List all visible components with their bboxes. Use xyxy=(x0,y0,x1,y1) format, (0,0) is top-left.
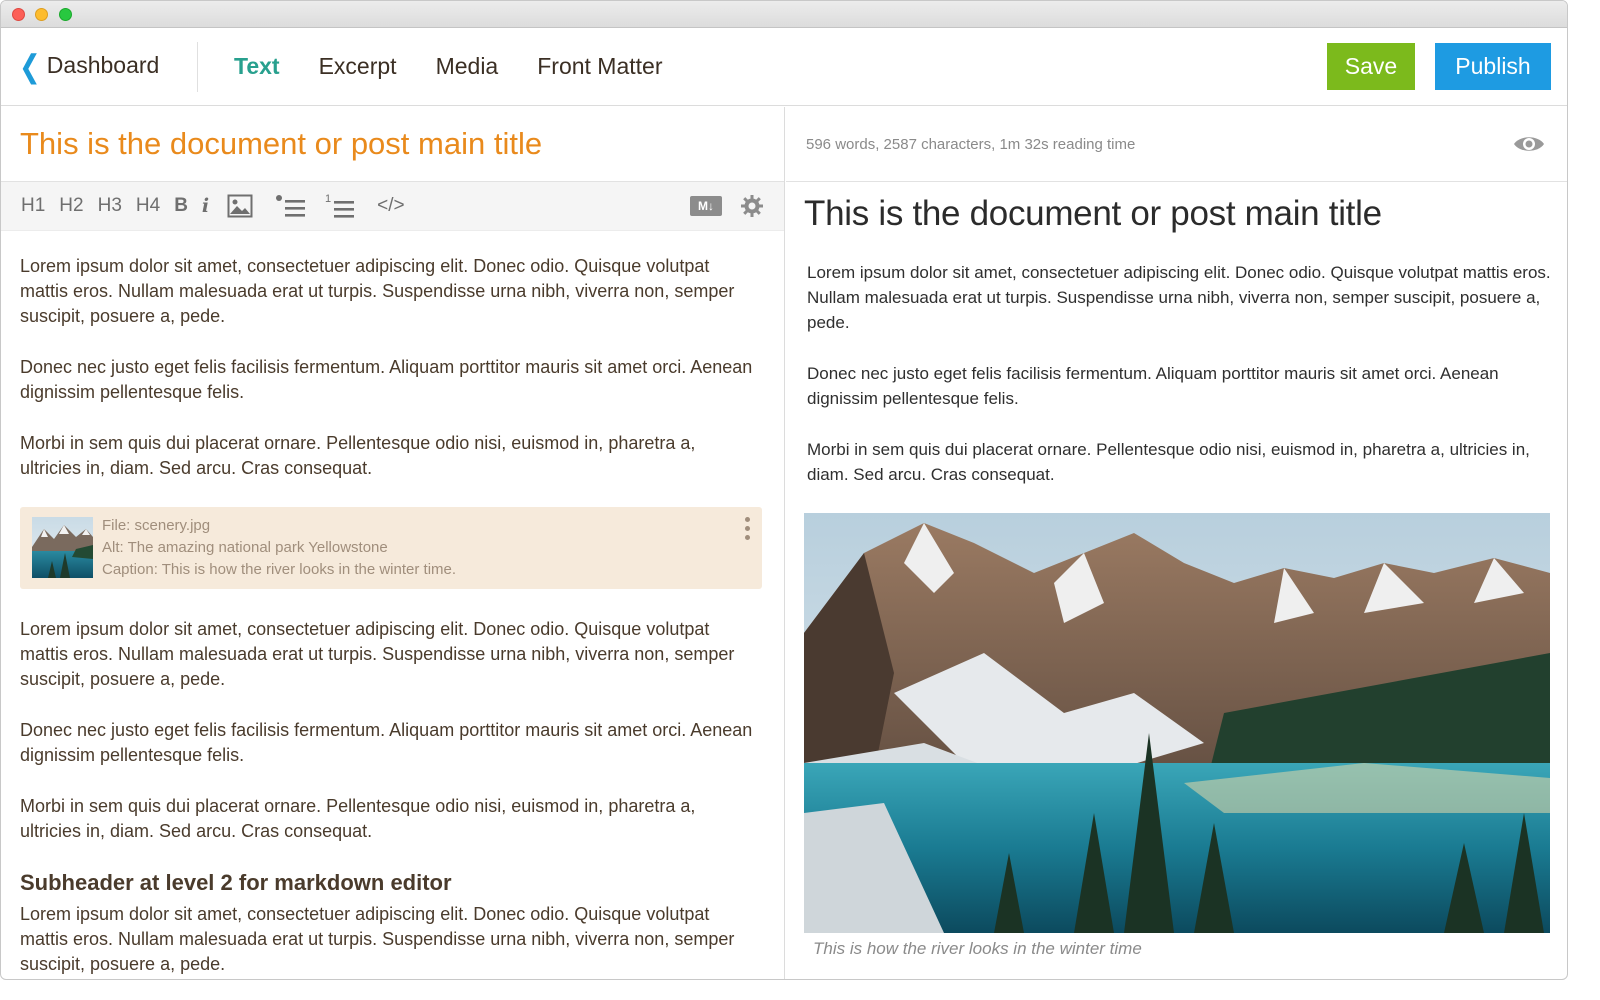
more-options-icon[interactable] xyxy=(745,517,750,540)
editor-paragraph: Lorem ipsum dolor sit amet, consectetuer… xyxy=(20,619,735,689)
editor-pane: This is the document or post main title … xyxy=(1,107,785,979)
heading-2-button[interactable]: H2 xyxy=(59,195,83,217)
editor-paragraph: Lorem ipsum dolor sit amet, consectetuer… xyxy=(20,256,735,326)
bullet-list-icon xyxy=(276,195,306,217)
media-alt-text: Alt: The amazing national park Yellowsto… xyxy=(102,539,388,556)
svg-text:1: 1 xyxy=(325,193,331,205)
editor-paragraph: Donec nec justo eget felis facilisis fer… xyxy=(20,357,753,402)
scenery-thumbnail xyxy=(32,517,93,578)
media-file-name: File: scenery.jpg xyxy=(102,517,211,534)
gear-icon[interactable] xyxy=(740,194,764,218)
app-window: ❮ Dashboard Text Excerpt Media Front Mat… xyxy=(0,0,1568,980)
code-button[interactable]: </> xyxy=(377,195,404,217)
document-title-input[interactable]: This is the document or post main title xyxy=(1,107,784,182)
eye-icon[interactable] xyxy=(1513,133,1545,155)
rendered-preview: This is the document or post main title … xyxy=(786,182,1567,959)
heading-4-button[interactable]: H4 xyxy=(136,195,160,217)
editor-paragraph: Lorem ipsum dolor sit amet, consectetuer… xyxy=(20,904,735,974)
window-titlebar[interactable] xyxy=(1,1,1567,28)
preview-paragraph: Morbi in sem quis dui placerat ornare. P… xyxy=(807,440,1530,484)
preview-title: This is the document or post main title xyxy=(804,194,1382,233)
zoom-window-button[interactable] xyxy=(59,8,72,21)
media-caption: Caption: This is how the river looks in … xyxy=(102,561,457,578)
numbered-list-icon: 1 xyxy=(325,193,355,218)
save-button[interactable]: Save xyxy=(1327,43,1415,90)
top-navigation: ❮ Dashboard Text Excerpt Media Front Mat… xyxy=(1,28,1567,106)
editor-paragraph: Morbi in sem quis dui placerat ornare. P… xyxy=(20,796,696,841)
tab-excerpt[interactable]: Excerpt xyxy=(319,53,397,80)
formatting-toolbar: H1 H2 H3 H4 B i 1 </> M↓ xyxy=(1,182,784,231)
image-caption: This is how the river looks in the winte… xyxy=(813,939,1142,958)
media-info: File: scenery.jpg Alt: The amazing natio… xyxy=(102,515,456,581)
back-to-dashboard-link[interactable]: ❮ Dashboard xyxy=(19,47,160,84)
editor-subheader: Subheader at level 2 for markdown editor xyxy=(20,870,452,895)
bold-button[interactable]: B xyxy=(174,195,188,217)
heading-1-button[interactable]: H1 xyxy=(21,195,45,217)
tab-media[interactable]: Media xyxy=(436,53,499,80)
preview-paragraph: Lorem ipsum dolor sit amet, consectetuer… xyxy=(807,263,1551,332)
tab-text[interactable]: Text xyxy=(234,53,280,80)
image-icon xyxy=(227,194,253,218)
document-stats: 596 words, 2587 characters, 1m 32s readi… xyxy=(806,136,1136,153)
bullet-list-button[interactable] xyxy=(275,194,307,218)
publish-button[interactable]: Publish xyxy=(1435,43,1551,90)
back-label: Dashboard xyxy=(46,52,160,78)
preview-pane: 596 words, 2587 characters, 1m 32s readi… xyxy=(786,107,1567,979)
insert-image-button[interactable] xyxy=(227,194,253,218)
nav-divider xyxy=(197,42,198,92)
editor-tabs: Text Excerpt Media Front Matter xyxy=(234,53,663,80)
media-embed-card[interactable]: File: scenery.jpg Alt: The amazing natio… xyxy=(20,507,762,589)
minimize-window-button[interactable] xyxy=(35,8,48,21)
italic-button[interactable]: i xyxy=(202,195,209,217)
stats-bar: 596 words, 2587 characters, 1m 32s readi… xyxy=(786,107,1567,182)
editor-paragraph: Donec nec justo eget felis facilisis fer… xyxy=(20,720,753,765)
tab-front-matter[interactable]: Front Matter xyxy=(537,53,662,80)
scenery-image xyxy=(804,513,1550,933)
toolbar-right-group: M↓ xyxy=(690,194,764,218)
chevron-left-icon: ❮ xyxy=(19,47,41,84)
preview-paragraph: Donec nec justo eget felis facilisis fer… xyxy=(807,364,1499,408)
editor-paragraph: Morbi in sem quis dui placerat ornare. P… xyxy=(20,433,696,478)
markdown-editor[interactable]: Lorem ipsum dolor sit amet, consectetuer… xyxy=(1,231,784,977)
heading-3-button[interactable]: H3 xyxy=(98,195,122,217)
numbered-list-button[interactable]: 1 xyxy=(325,193,355,219)
markdown-icon[interactable]: M↓ xyxy=(690,196,722,216)
close-window-button[interactable] xyxy=(12,8,25,21)
